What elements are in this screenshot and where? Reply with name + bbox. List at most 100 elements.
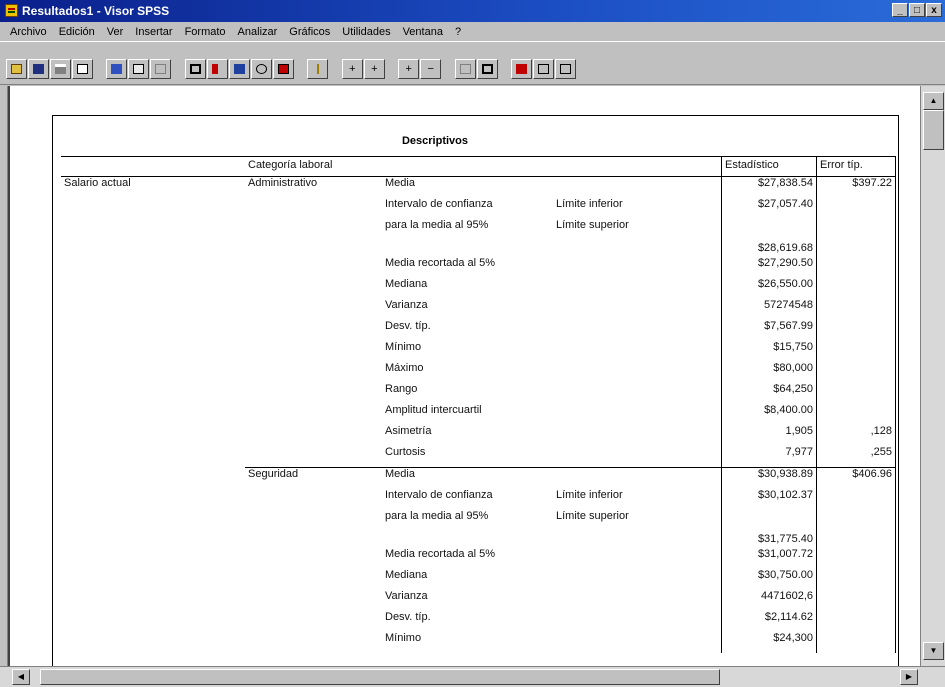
- goto-data-icon[interactable]: [184, 59, 206, 79]
- table-row: Rango $64,250: [61, 383, 896, 404]
- stat-error: [816, 569, 896, 590]
- scroll-right-icon[interactable]: ▶: [900, 669, 918, 685]
- output-pane: Descriptivos Categoría laboral Estadísti…: [8, 86, 920, 666]
- stat-value: $31,775.40: [721, 510, 817, 548]
- stat-error: $406.96: [816, 467, 896, 489]
- stat-label: Desv. típ.: [385, 611, 431, 623]
- close-button[interactable]: x: [926, 3, 942, 17]
- stat-sublabel: Límite superior: [556, 510, 629, 522]
- header-category: Categoría laboral: [245, 156, 382, 177]
- table-header-row: Categoría laboral Estadístico Error típ.: [61, 156, 896, 177]
- menu-utilidades[interactable]: Utilidades: [336, 26, 396, 38]
- stat-error: [816, 320, 896, 341]
- stat-error: [816, 198, 896, 219]
- menu-ventana[interactable]: Ventana: [397, 26, 449, 38]
- menu-formato[interactable]: Formato: [179, 26, 232, 38]
- stat-error: [816, 590, 896, 611]
- stat-error: [816, 257, 896, 278]
- stat-label: Mediana: [385, 569, 428, 581]
- show-icon[interactable]: [454, 59, 476, 79]
- spss-viewer-icon: [5, 4, 18, 17]
- stat-value: 57274548: [721, 299, 817, 320]
- stat-sublabel: [553, 467, 722, 489]
- open-icon[interactable]: [6, 59, 27, 79]
- stat-value: $27,290.50: [721, 257, 817, 278]
- stat-error: [816, 219, 896, 257]
- scroll-down-icon[interactable]: ▼: [923, 642, 944, 660]
- table-row: Salario actual Administrativo Media $27,…: [61, 176, 896, 198]
- category-label: Administrativo: [248, 177, 318, 189]
- hide-icon[interactable]: [476, 59, 498, 79]
- vertical-scrollbar[interactable]: ▲ ▼: [920, 86, 945, 666]
- stat-error: [816, 383, 896, 404]
- promote-icon[interactable]: +: [341, 59, 363, 79]
- menu-graficos[interactable]: Gráficos: [283, 26, 336, 38]
- info-icon[interactable]: [307, 59, 329, 79]
- undo-icon[interactable]: [150, 59, 172, 79]
- use-sets-icon[interactable]: [250, 59, 272, 79]
- stat-error: ,255: [816, 446, 896, 468]
- stat-value: $28,619.68: [721, 219, 817, 257]
- variables-icon[interactable]: [228, 59, 250, 79]
- horizontal-scrollbar[interactable]: ◀ ▶: [0, 666, 945, 687]
- menu-edicion[interactable]: Edición: [53, 26, 101, 38]
- insert-text-icon[interactable]: [555, 59, 577, 79]
- stat-error: $397.22: [816, 176, 896, 198]
- table-row: Curtosis 7,977 ,255: [61, 446, 896, 468]
- stat-value: $27,838.54: [721, 176, 817, 198]
- dialog-recall-icon[interactable]: [128, 59, 150, 79]
- stat-value: $15,750: [721, 341, 817, 362]
- vertical-scroll-thumb[interactable]: [923, 110, 944, 150]
- scroll-left-icon[interactable]: ◀: [12, 669, 30, 685]
- stat-value: $2,114.62: [721, 611, 817, 632]
- stat-value: $8,400.00: [721, 404, 817, 425]
- menu-ayuda[interactable]: ?: [449, 26, 467, 38]
- stat-label: para la media al 95%: [385, 219, 489, 231]
- horizontal-scroll-thumb[interactable]: [40, 669, 720, 685]
- stat-label: Rango: [385, 383, 418, 395]
- stat-value: $26,550.00: [721, 278, 817, 299]
- select-cases-icon[interactable]: [272, 59, 294, 79]
- toolbar: + + + −: [0, 41, 945, 85]
- stat-value: 7,977: [721, 446, 817, 468]
- stat-error: [816, 278, 896, 299]
- table-row: Media recortada al 5% $31,007.72: [61, 548, 896, 569]
- stat-error: [816, 341, 896, 362]
- print-icon[interactable]: [50, 59, 71, 79]
- stat-value: $24,300: [721, 632, 817, 653]
- table-row: Seguridad Media $30,938.89 $406.96: [61, 467, 896, 489]
- table-row: Intervalo de confianza Límite inferior $…: [61, 198, 896, 219]
- menu-bar: Archivo Edición Ver Insertar Formato Ana…: [0, 22, 945, 41]
- stat-value: $31,007.72: [721, 548, 817, 569]
- pivot-title: Descriptivos: [401, 135, 469, 147]
- maximize-button[interactable]: □: [909, 3, 925, 17]
- stat-value: $80,000: [721, 362, 817, 383]
- export-icon[interactable]: [106, 59, 128, 79]
- menu-archivo[interactable]: Archivo: [4, 26, 53, 38]
- scroll-up-icon[interactable]: ▲: [923, 92, 944, 110]
- collapse-icon[interactable]: −: [420, 59, 442, 79]
- stat-error: [816, 299, 896, 320]
- table-row: Desv. típ. $2,114.62: [61, 611, 896, 632]
- insert-heading-icon[interactable]: [511, 59, 533, 79]
- header-statistic: Estadístico: [721, 156, 817, 177]
- goto-case-icon[interactable]: [206, 59, 228, 79]
- table-row: Asimetría 1,905 ,128: [61, 425, 896, 446]
- stat-label: Media: [385, 177, 415, 189]
- table-row: Desv. típ. $7,567.99: [61, 320, 896, 341]
- insert-title-icon[interactable]: [533, 59, 555, 79]
- save-icon[interactable]: [28, 59, 49, 79]
- print-preview-icon[interactable]: [72, 59, 93, 79]
- stat-label: Media recortada al 5%: [385, 548, 496, 560]
- menu-analizar[interactable]: Analizar: [232, 26, 284, 38]
- demote-icon[interactable]: +: [363, 59, 385, 79]
- stat-value: $27,057.40: [721, 198, 817, 219]
- descriptives-table[interactable]: Categoría laboral Estadístico Error típ.…: [61, 156, 896, 653]
- expand-icon[interactable]: +: [398, 59, 420, 79]
- menu-insertar[interactable]: Insertar: [129, 26, 178, 38]
- minimize-button[interactable]: _: [892, 3, 908, 17]
- window-controls: _ □ x: [892, 3, 942, 17]
- menu-ver[interactable]: Ver: [101, 26, 130, 38]
- category-label: Seguridad: [245, 467, 382, 489]
- stat-sublabel: Límite inferior: [556, 198, 623, 210]
